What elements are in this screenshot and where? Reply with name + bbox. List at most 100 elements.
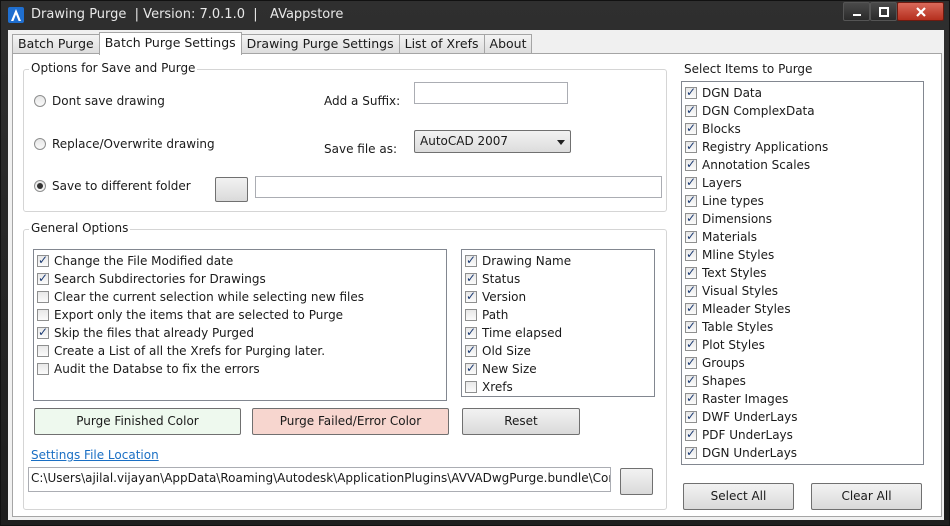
- option-item[interactable]: Create a List of all the Xrefs for Purgi…: [37, 342, 325, 360]
- minimize-button[interactable]: [843, 2, 870, 21]
- purge-item-checkbox[interactable]: [685, 427, 697, 441]
- option-checkbox[interactable]: [37, 325, 49, 339]
- purge-item[interactable]: Line types: [685, 192, 764, 210]
- column-item[interactable]: Old Size: [465, 342, 531, 360]
- purge-finished-color-button[interactable]: Purge Finished Color: [34, 408, 241, 435]
- settings-browse-button[interactable]: [620, 468, 653, 495]
- purge-item[interactable]: Dimensions: [685, 210, 772, 228]
- purge-item-checkbox[interactable]: [685, 391, 697, 405]
- column-item[interactable]: Time elapsed: [465, 324, 562, 342]
- purge-item-checkbox[interactable]: [685, 247, 697, 261]
- purge-item-checkbox[interactable]: [685, 175, 697, 189]
- column-item[interactable]: Status: [465, 270, 520, 288]
- purge-item-label: Groups: [702, 356, 745, 370]
- purge-item[interactable]: Table Styles: [685, 318, 773, 336]
- purge-item-checkbox[interactable]: [685, 211, 697, 225]
- option-checkbox[interactable]: [37, 253, 49, 267]
- purge-item-checkbox[interactable]: [685, 283, 697, 297]
- option-item[interactable]: Export only the items that are selected …: [37, 306, 343, 324]
- purge-item[interactable]: Mleader Styles: [685, 300, 791, 318]
- radio-replace[interactable]: Replace/Overwrite drawing: [34, 137, 215, 151]
- column-item[interactable]: Xrefs: [465, 378, 513, 396]
- tab-batch-purge[interactable]: Batch Purge: [12, 34, 100, 54]
- purge-item[interactable]: DGN UnderLays: [685, 444, 797, 462]
- column-item[interactable]: New Size: [465, 360, 537, 378]
- purge-item-checkbox[interactable]: [685, 139, 697, 153]
- column-checkbox[interactable]: [465, 289, 477, 303]
- column-checkbox[interactable]: [465, 271, 477, 285]
- option-checkbox[interactable]: [37, 271, 49, 285]
- title-bar[interactable]: Drawing Purge | Version: 7.0.1.0 | AVapp…: [1, 1, 949, 29]
- option-item[interactable]: Skip the files that already Purged: [37, 324, 254, 342]
- general-options-title: General Options: [29, 221, 131, 235]
- tab-drawing-purge-settings[interactable]: Drawing Purge Settings: [240, 34, 400, 54]
- close-button[interactable]: [897, 2, 944, 21]
- purge-item-checkbox[interactable]: [685, 337, 697, 351]
- purge-item[interactable]: Materials: [685, 228, 757, 246]
- radio-different-folder[interactable]: Save to different folder: [34, 179, 191, 193]
- column-item[interactable]: Drawing Name: [465, 252, 571, 270]
- radio-dont-save[interactable]: Dont save drawing: [34, 94, 165, 108]
- purge-item-checkbox[interactable]: [685, 193, 697, 207]
- tab-about[interactable]: About: [483, 34, 533, 54]
- column-checkbox[interactable]: [465, 361, 477, 375]
- purge-item-checkbox[interactable]: [685, 121, 697, 135]
- purge-item[interactable]: DWF UnderLays: [685, 408, 798, 426]
- purge-item-checkbox[interactable]: [685, 103, 697, 117]
- radio-replace-circle[interactable]: [34, 138, 46, 150]
- purge-item-checkbox[interactable]: [685, 85, 697, 99]
- purge-item[interactable]: DGN ComplexData: [685, 102, 815, 120]
- select-all-button[interactable]: Select All: [683, 483, 794, 510]
- option-item[interactable]: Clear the current selection while select…: [37, 288, 364, 306]
- purge-item[interactable]: PDF UnderLays: [685, 426, 793, 444]
- save-as-dropdown[interactable]: AutoCAD 2007: [414, 130, 571, 153]
- purge-item[interactable]: Text Styles: [685, 264, 766, 282]
- purge-item-checkbox[interactable]: [685, 157, 697, 171]
- purge-failed-color-button[interactable]: Purge Failed/Error Color: [252, 408, 449, 435]
- purge-item-checkbox[interactable]: [685, 301, 697, 315]
- purge-item[interactable]: Raster Images: [685, 390, 788, 408]
- column-item[interactable]: Version: [465, 288, 526, 306]
- column-checkbox[interactable]: [465, 343, 477, 357]
- purge-item[interactable]: Annotation Scales: [685, 156, 810, 174]
- column-checkbox[interactable]: [465, 381, 477, 393]
- purge-item-checkbox[interactable]: [685, 355, 697, 369]
- tab-batch-purge-settings[interactable]: Batch Purge Settings: [98, 32, 242, 55]
- browse-folder-button[interactable]: [215, 177, 248, 202]
- option-item[interactable]: Change the File Modified date: [37, 252, 233, 270]
- purge-item-checkbox[interactable]: [685, 265, 697, 279]
- option-checkbox[interactable]: [37, 309, 49, 321]
- purge-item-checkbox[interactable]: [685, 445, 697, 459]
- purge-item[interactable]: Registry Applications: [685, 138, 828, 156]
- option-checkbox[interactable]: [37, 363, 49, 375]
- radio-different-folder-circle[interactable]: [34, 180, 46, 192]
- folder-path-input[interactable]: [255, 176, 662, 198]
- suffix-input[interactable]: [414, 82, 568, 104]
- purge-item[interactable]: Layers: [685, 174, 742, 192]
- purge-item[interactable]: DGN Data: [685, 84, 762, 102]
- purge-item[interactable]: Groups: [685, 354, 745, 372]
- column-item[interactable]: Path: [465, 306, 508, 324]
- purge-item-checkbox[interactable]: [685, 409, 697, 423]
- clear-all-button[interactable]: Clear All: [811, 483, 922, 510]
- tab-list-of-xrefs[interactable]: List of Xrefs: [398, 34, 485, 54]
- purge-item[interactable]: Visual Styles: [685, 282, 778, 300]
- reset-button[interactable]: Reset: [462, 408, 580, 435]
- purge-item[interactable]: Blocks: [685, 120, 741, 138]
- option-item[interactable]: Audit the Databse to fix the errors: [37, 360, 260, 378]
- purge-item-checkbox[interactable]: [685, 319, 697, 333]
- settings-file-location-link[interactable]: Settings File Location: [31, 448, 159, 462]
- option-checkbox[interactable]: [37, 291, 49, 303]
- column-checkbox[interactable]: [465, 253, 477, 267]
- maximize-button[interactable]: [870, 2, 897, 21]
- option-checkbox[interactable]: [37, 345, 49, 357]
- radio-dont-save-circle[interactable]: [34, 95, 46, 107]
- purge-item[interactable]: Plot Styles: [685, 336, 765, 354]
- column-checkbox[interactable]: [465, 325, 477, 339]
- column-checkbox[interactable]: [465, 309, 477, 321]
- purge-item-checkbox[interactable]: [685, 373, 697, 387]
- option-item[interactable]: Search Subdirectories for Drawings: [37, 270, 266, 288]
- purge-item-checkbox[interactable]: [685, 229, 697, 243]
- purge-item[interactable]: Shapes: [685, 372, 746, 390]
- purge-item[interactable]: Mline Styles: [685, 246, 774, 264]
